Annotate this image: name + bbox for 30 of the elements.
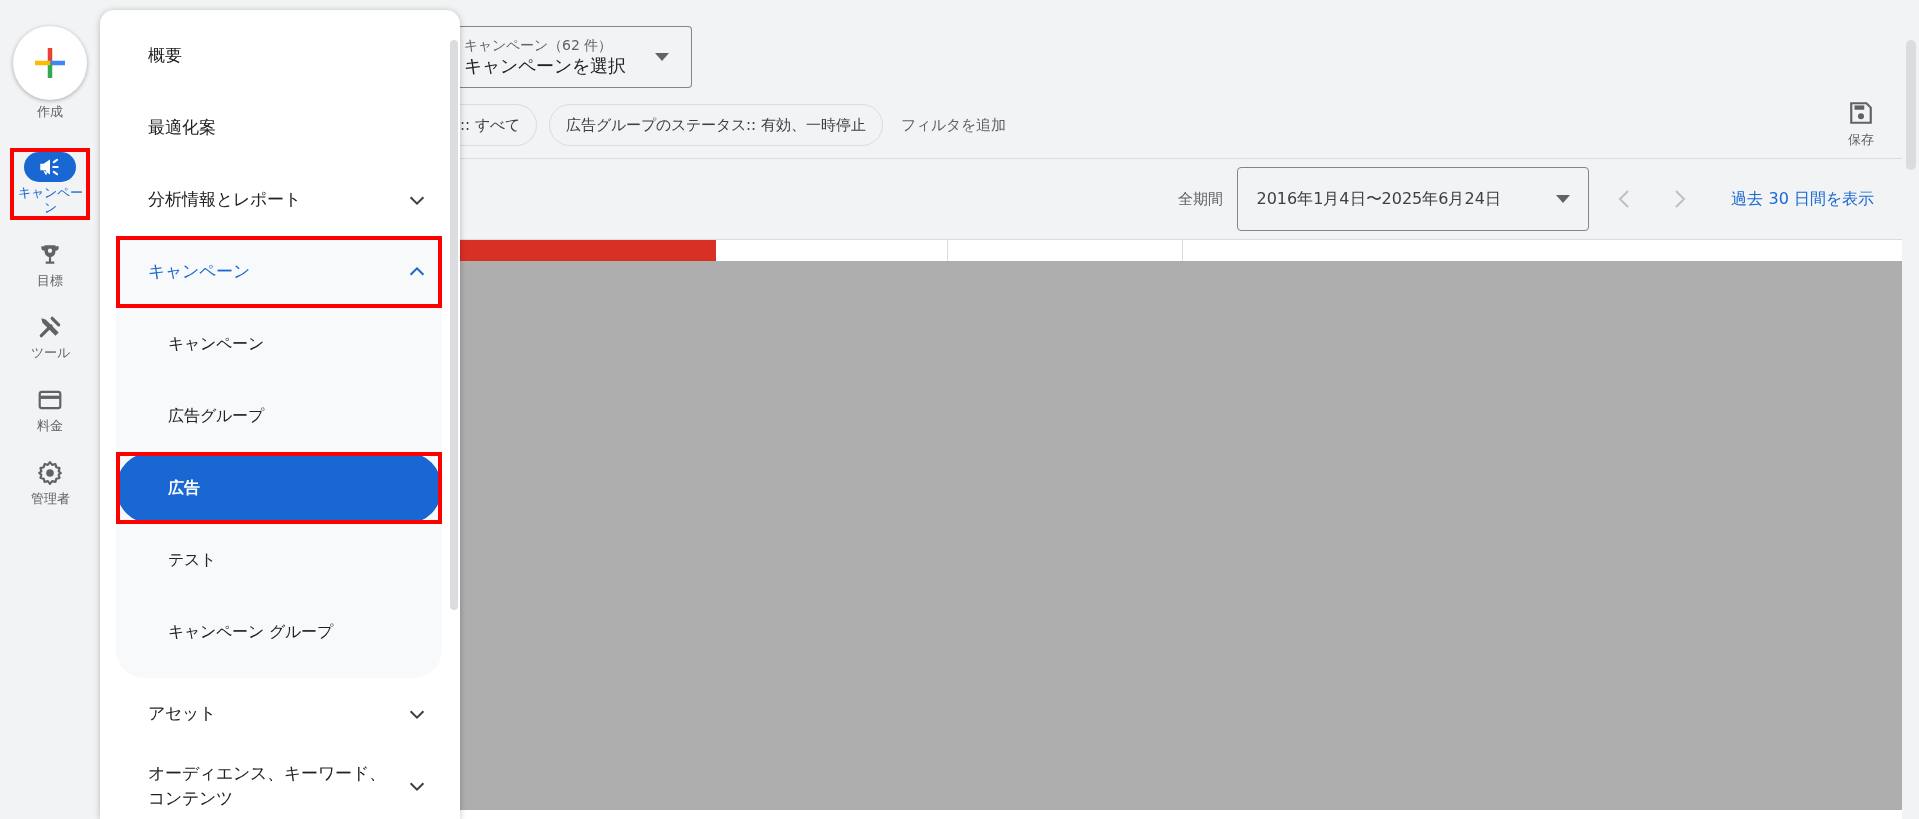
- rail-item[interactable]: ツール: [10, 308, 90, 365]
- rail-item[interactable]: キャンペーン: [10, 147, 90, 220]
- dropdown-caret-icon: [655, 53, 669, 61]
- plus-icon: [32, 45, 68, 81]
- submenu-item[interactable]: キャンペーン: [116, 308, 442, 380]
- save-icon: [1848, 100, 1874, 127]
- submenu-item[interactable]: テスト: [116, 524, 442, 596]
- settings-icon: [37, 459, 63, 486]
- dropdown-caret-icon: [1556, 195, 1571, 203]
- date-range-label: 全期間: [1178, 188, 1224, 210]
- create-label: 作成: [37, 104, 63, 120]
- menu-item[interactable]: アセット: [100, 678, 460, 750]
- create-button[interactable]: [13, 26, 87, 100]
- submenu-item[interactable]: 広告: [116, 452, 442, 524]
- menu-item[interactable]: 概要: [100, 20, 460, 92]
- add-filter-link[interactable]: フィルタを追加: [894, 112, 1012, 138]
- menu-item[interactable]: オーディエンス、キーワード、コンテンツ: [100, 750, 460, 819]
- scrollbar-thumb[interactable]: [450, 40, 458, 610]
- save-button[interactable]: 保存: [1842, 99, 1880, 151]
- campaign-dropdown[interactable]: キャンペーン（62 件） キャンペーンを選択: [460, 26, 692, 88]
- menu-item[interactable]: 最適化案: [100, 92, 460, 164]
- menu-item[interactable]: 分析情報とレポート: [100, 164, 460, 236]
- rail-item[interactable]: 料金: [10, 380, 90, 438]
- menu-item[interactable]: キャンペーン: [116, 236, 442, 308]
- rail-item[interactable]: 目標: [10, 235, 90, 293]
- submenu-item[interactable]: キャンペーン グループ: [116, 596, 442, 668]
- rail-item[interactable]: 管理者: [10, 453, 90, 511]
- submenu-item[interactable]: 広告グループ: [116, 380, 442, 452]
- date-range-dropdown[interactable]: 2016年1月4日〜2025年6月24日: [1237, 167, 1590, 231]
- show-last-30-days-link[interactable]: 過去 30 日間を表示: [1725, 186, 1880, 212]
